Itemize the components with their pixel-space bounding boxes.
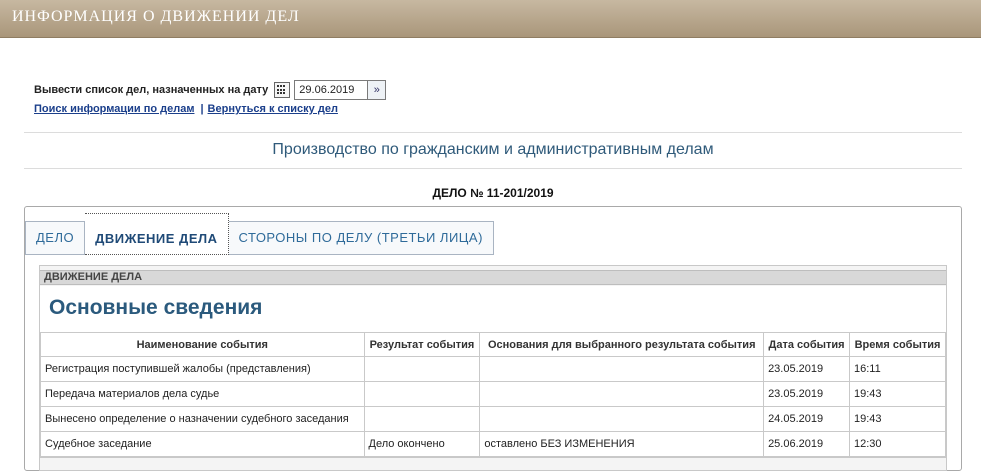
date-input[interactable] — [294, 80, 369, 100]
cell-date: 25.06.2019 — [763, 431, 851, 457]
movement-panel: ДВИЖЕНИЕ ДЕЛА Основные сведения Наименов… — [39, 265, 947, 471]
links-row: Поиск информации по делам | Вернуться к сп… — [34, 103, 338, 115]
cell-date: 23.05.2019 — [763, 381, 851, 407]
cell-result: Дело окончено — [363, 431, 481, 457]
date-filter-label: Вывести список дел, назначенных на дату — [34, 84, 269, 96]
page-header-title: ИНФОРМАЦИЯ О ДВИЖЕНИИ ДЕЛ — [12, 8, 300, 25]
table-header-row: Наименование события Результат события О… — [40, 332, 946, 357]
date-filter-row: Вывести список дел, назначенных на дату … — [34, 80, 387, 100]
cell-event-name: Передача материалов дела судье — [40, 381, 365, 407]
table-row: Вынесено определение о назначении судебн… — [40, 406, 946, 432]
cell-event-name: Судебное заседание — [40, 431, 365, 457]
cell-result — [363, 356, 481, 382]
go-button[interactable]: » — [368, 80, 387, 100]
cell-time: 16:11 — [849, 356, 946, 382]
cell-grounds — [479, 356, 765, 382]
cell-event-name: Вынесено определение о назначении судебн… — [40, 406, 365, 432]
main-heading: Основные сведения — [49, 296, 263, 319]
table-row: Передача материалов дела судье 23.05.201… — [40, 381, 946, 407]
cell-grounds — [479, 381, 765, 407]
cell-time: 19:43 — [849, 406, 946, 432]
column-header-grounds: Основания для выбранного результата собы… — [479, 332, 765, 357]
calendar-icon[interactable] — [274, 82, 291, 98]
section-title: Производство по гражданским и администра… — [272, 141, 714, 158]
divider-top — [24, 132, 962, 133]
movement-panel-header: ДВИЖЕНИЕ ДЕЛА — [40, 270, 946, 285]
column-header-time: Время события — [849, 332, 946, 357]
column-header-date: Дата события — [763, 332, 851, 357]
case-number: ДЕЛО № 11-201/2019 — [432, 186, 554, 200]
column-header-result: Результат события — [363, 332, 481, 357]
cell-time: 12:30 — [849, 431, 946, 457]
cell-date: 23.05.2019 — [763, 356, 851, 382]
link-separator: | — [200, 103, 204, 115]
cell-event-name: Регистрация поступившей жалобы (представ… — [40, 356, 365, 382]
movement-content: Основные сведения Наименование события Р… — [40, 286, 946, 458]
cell-grounds: оставлено БЕЗ ИЗМЕНЕНИЯ — [479, 431, 765, 457]
cell-result — [363, 406, 481, 432]
column-header-event-name: Наименование события — [40, 332, 365, 357]
page-header-bar: ИНФОРМАЦИЯ О ДВИЖЕНИИ ДЕЛ — [0, 0, 981, 38]
table-row: Судебное заседание Дело окончено оставле… — [40, 431, 946, 457]
cell-date: 24.05.2019 — [763, 406, 851, 432]
cell-time: 19:43 — [849, 381, 946, 407]
events-table: Наименование события Результат события О… — [40, 332, 946, 457]
tab-bar: ДЕЛО ДВИЖЕНИЕ ДЕЛА СТОРОНЫ ПО ДЕЛУ (ТРЕТ… — [25, 213, 494, 255]
search-cases-link[interactable]: Поиск информации по делам — [34, 103, 194, 115]
back-to-list-link[interactable]: Вернуться к списку дел — [208, 103, 338, 115]
cell-result — [363, 381, 481, 407]
table-row: Регистрация поступившей жалобы (представ… — [40, 356, 946, 382]
tab-case[interactable]: ДЕЛО — [25, 221, 86, 255]
case-panel: ДЕЛО ДВИЖЕНИЕ ДЕЛА СТОРОНЫ ПО ДЕЛУ (ТРЕТ… — [24, 206, 962, 471]
cell-grounds — [479, 406, 765, 432]
divider-bottom — [24, 168, 962, 169]
tab-case-movement[interactable]: ДВИЖЕНИЕ ДЕЛА — [85, 213, 229, 255]
tab-parties[interactable]: СТОРОНЫ ПО ДЕЛУ (ТРЕТЬИ ЛИЦА) — [228, 221, 494, 255]
